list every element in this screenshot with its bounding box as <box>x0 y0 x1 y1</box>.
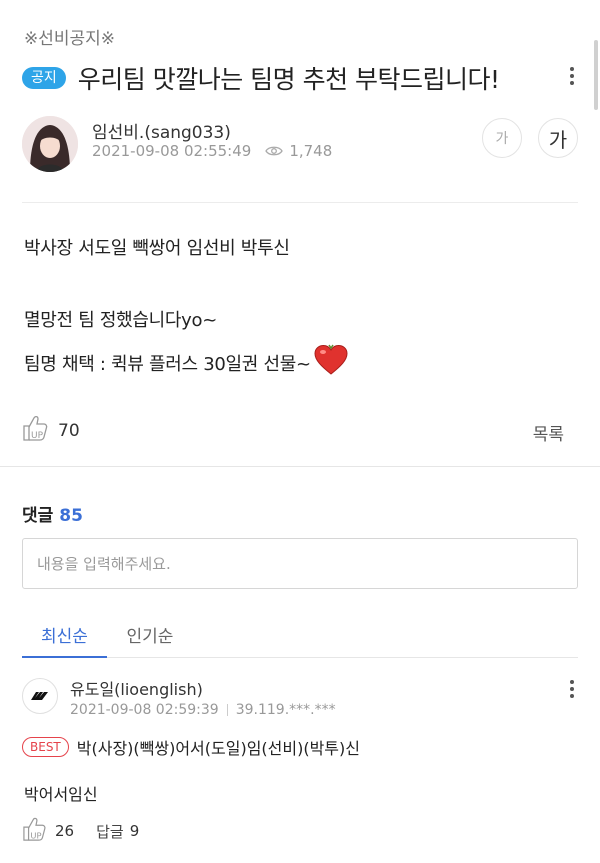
author-row: 임선비.(sang033) 2021-09-08 02:55:49 1,748 … <box>22 116 578 176</box>
post-like-button[interactable]: UP 70 <box>22 414 80 447</box>
commenter-avatar[interactable] <box>22 678 58 714</box>
comment-more-icon[interactable] <box>569 680 575 698</box>
scrollbar[interactable] <box>594 40 598 110</box>
post-body-line: 박사장 서도일 빽쌍어 임선비 박투신 <box>24 238 290 259</box>
post-like-count: 70 <box>58 420 80 441</box>
author-avatar[interactable] <box>22 116 78 172</box>
best-comment-row: BEST 박(사장)(빽쌍)어서(도일)임(선비)(박투)신 <box>22 735 360 759</box>
comment-ip: 39.119.***.*** <box>235 702 336 718</box>
thumbs-up-icon[interactable]: UP <box>22 816 50 846</box>
section-divider <box>0 466 600 467</box>
list-button[interactable]: 목록 <box>533 420 564 445</box>
meta-separator <box>226 704 228 716</box>
font-decrease-button[interactable]: 가 <box>482 118 522 158</box>
comment-datetime: 2021-09-08 02:59:39 <box>70 702 219 718</box>
post-category: ※선비공지※ <box>24 29 116 49</box>
tab-popular[interactable]: 인기순 <box>120 612 180 658</box>
post-body-line: 팀명 채택 : 퀵뷰 플러스 30일권 선물~ <box>24 344 349 381</box>
post-title: 우리팀 맛깔나는 팀명 추천 부탁드립니다! <box>77 65 500 94</box>
post-datetime: 2021-09-08 02:55:49 <box>92 142 252 160</box>
divider <box>22 202 578 203</box>
eye-icon <box>265 145 284 157</box>
tab-latest[interactable]: 최신순 <box>22 612 107 658</box>
svg-text:UP: UP <box>30 830 41 840</box>
post-body-text: 팀명 채택 : 퀵뷰 플러스 30일권 선물~ <box>24 353 311 375</box>
comment-input[interactable] <box>22 538 578 589</box>
comment-meta: 2021-09-08 02:59:39 39.119.***.*** <box>70 702 336 718</box>
author-name[interactable]: 임선비.(sang033) <box>92 118 231 143</box>
comments-heading: 댓글 85 <box>22 501 83 526</box>
reply-count: 9 <box>129 822 140 840</box>
brand-logo-icon <box>31 692 48 700</box>
post-body-line: 멸망전 팀 정했습니다yo~ <box>24 310 218 331</box>
view-count: 1,748 <box>289 142 333 160</box>
best-badge: BEST <box>22 737 69 757</box>
comments-count: 85 <box>59 506 83 526</box>
comments-label: 댓글 <box>22 506 54 526</box>
post-meta: 2021-09-08 02:55:49 1,748 <box>92 142 332 160</box>
post-title-row: 공지 우리팀 맛깔나는 팀명 추천 부탁드립니다! <box>22 60 500 96</box>
comment-body: 박어서임신 <box>24 785 98 804</box>
comment-author[interactable]: 유도일(lioenglish) <box>70 676 203 700</box>
font-increase-button[interactable]: 가 <box>538 118 578 158</box>
notice-badge: 공지 <box>22 67 66 89</box>
svg-text:UP: UP <box>31 431 44 441</box>
heart-icon <box>313 344 349 381</box>
post-more-icon[interactable] <box>569 67 575 85</box>
comment-sort-tabs: 최신순 인기순 <box>22 612 578 658</box>
best-comment-text: 박(사장)(빽쌍)어서(도일)임(선비)(박투)신 <box>76 739 360 758</box>
reply-button[interactable]: 답글 <box>96 821 124 842</box>
comment-actions: UP 26 답글 9 <box>22 816 139 846</box>
thumbs-up-icon: UP <box>22 414 52 447</box>
comment-like-count: 26 <box>55 822 75 840</box>
